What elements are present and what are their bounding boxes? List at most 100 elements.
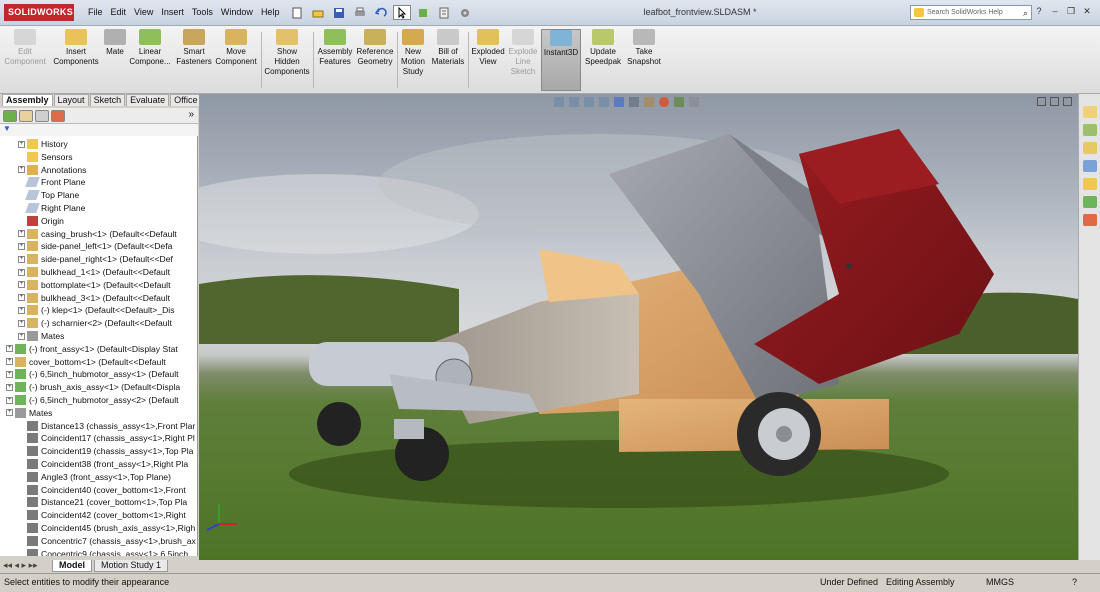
tab-motion-study[interactable]: Motion Study 1 — [94, 560, 169, 572]
smart-fasteners-button[interactable]: Smart Fasteners — [174, 29, 214, 91]
take-snapshot-button[interactable]: Take Snapshot — [624, 29, 664, 91]
expand-toggle-icon[interactable]: + — [18, 319, 25, 327]
options-button[interactable] — [456, 5, 474, 20]
exploded-view-button[interactable]: Exploded View — [470, 29, 506, 91]
viewport-restore-icon[interactable] — [1050, 97, 1059, 106]
tree-item[interactable]: + (-) 6,5inch_hubmotor_assy<2> (Default — [6, 394, 179, 406]
tree-item[interactable]: + Annotations — [18, 164, 86, 176]
restore-button[interactable]: ❐ — [1064, 4, 1078, 18]
tab-model[interactable]: Model — [52, 560, 92, 572]
expand-toggle-icon[interactable]: + — [18, 268, 25, 276]
status-units[interactable]: MMGS — [986, 575, 1014, 589]
appearances-icon[interactable] — [1083, 196, 1097, 208]
tree-item[interactable]: + bottomplate<1> (Default<<Default — [18, 279, 170, 291]
expand-toggle-icon[interactable]: + — [18, 332, 25, 340]
print-button[interactable] — [351, 5, 369, 20]
feature-filter[interactable]: ▼ — [0, 124, 198, 136]
expand-toggle-icon[interactable]: + — [6, 409, 13, 417]
expand-toggle-icon[interactable]: + — [18, 255, 25, 263]
new-motion-study-button[interactable]: New Motion Study — [398, 29, 428, 91]
menu-view[interactable]: View — [130, 7, 157, 17]
hide-show-items-icon[interactable] — [644, 97, 654, 107]
mate-button[interactable]: Mate — [102, 29, 128, 91]
view-orientation-icon[interactable] — [614, 97, 624, 107]
menu-insert[interactable]: Insert — [157, 7, 188, 17]
tree-item[interactable]: + (-) 6,5inch_hubmotor_assy<1> (Default — [6, 368, 179, 380]
configuration-manager-tab[interactable] — [35, 110, 49, 122]
new-document-button[interactable] — [288, 5, 306, 20]
expand-toggle-icon[interactable]: + — [6, 370, 13, 378]
instant3d-button[interactable]: Instant3D — [541, 29, 581, 91]
file-explorer-icon[interactable] — [1083, 142, 1097, 154]
move-component-button[interactable]: Move Component — [214, 29, 258, 91]
section-view-icon[interactable] — [599, 97, 609, 107]
tree-item[interactable]: Right Plane — [18, 202, 85, 214]
tree-item[interactable]: + History — [18, 138, 68, 150]
menu-window[interactable]: Window — [217, 7, 257, 17]
menu-help[interactable]: Help — [257, 7, 284, 17]
feature-manager-tab[interactable] — [3, 110, 17, 122]
tree-item[interactable]: + Mates — [18, 330, 64, 342]
tree-item[interactable]: Coincident42 (cover_bottom<1>,Right — [18, 509, 186, 521]
expand-toggle-icon[interactable]: + — [6, 396, 13, 404]
viewport-minimize-icon[interactable] — [1037, 97, 1046, 106]
tree-item[interactable]: + side-panel_right<1> (Default<<Def — [18, 253, 173, 265]
expand-toggle-icon[interactable]: + — [6, 383, 13, 391]
search-results-icon[interactable] — [1083, 160, 1097, 172]
view-palette-icon[interactable] — [1083, 178, 1097, 190]
tab-evaluate[interactable]: Evaluate — [126, 94, 170, 106]
solidworks-logo[interactable]: SOLIDWORKS — [4, 4, 74, 21]
previous-view-icon[interactable] — [584, 97, 594, 107]
tree-item[interactable]: + casing_brush<1> (Default<<Default — [18, 228, 177, 240]
expand-toggle-icon[interactable]: + — [18, 306, 25, 314]
open-button[interactable] — [309, 5, 327, 20]
bill-of-materials-button[interactable]: Bill of Materials — [430, 29, 466, 91]
tab-scroll-arrows[interactable]: ◂◂ ◂ ▸ ▸▸ — [3, 560, 38, 571]
edit-appearance-icon[interactable] — [659, 97, 669, 107]
tree-item[interactable]: Coincident17 (chassis_assy<1>,Right Pl — [18, 432, 195, 444]
menu-file[interactable]: File — [84, 7, 107, 17]
tab-assembly[interactable]: Assembly — [2, 94, 53, 106]
expand-toggle-icon[interactable]: + — [18, 242, 25, 250]
tree-item[interactable]: + (-) klep<1> (Default<<Default>_Dis — [18, 304, 175, 316]
tree-item[interactable]: + (-) front_assy<1> (Default<Display Stat — [6, 343, 178, 355]
tree-item[interactable]: Top Plane — [18, 189, 79, 201]
menu-edit[interactable]: Edit — [107, 7, 131, 17]
update-speedpak-button[interactable]: Update Speedpak — [583, 29, 623, 91]
expand-toggle-icon[interactable]: + — [18, 281, 25, 289]
help-question-icon[interactable]: ? — [1032, 4, 1046, 18]
expand-toggle-icon[interactable]: + — [18, 140, 25, 148]
tree-item[interactable]: + Mates — [6, 407, 52, 419]
expand-toggle-icon[interactable]: + — [6, 345, 13, 353]
tree-item[interactable]: Coincident19 (chassis_assy<1>,Top Pla — [18, 445, 193, 457]
tree-item[interactable]: + (-) brush_axis_assy<1> (Default<Displa — [6, 381, 180, 393]
tree-item[interactable]: Concentric7 (chassis_assy<1>,brush_ax — [18, 535, 196, 547]
expand-toggle-icon[interactable]: + — [18, 166, 25, 174]
minimize-button[interactable]: – — [1048, 4, 1062, 18]
reference-geometry-button[interactable]: Reference Geometry — [355, 29, 395, 91]
tree-item[interactable]: + (-) scharnier<2> (Default<<Default — [18, 317, 172, 329]
property-manager-tab[interactable] — [19, 110, 33, 122]
explode-line-sketch-button[interactable]: Explode Line Sketch — [506, 29, 540, 91]
view-settings-icon[interactable] — [689, 97, 699, 107]
design-library-icon[interactable] — [1083, 124, 1097, 136]
display-style-icon[interactable] — [629, 97, 639, 107]
close-button[interactable]: ✕ — [1080, 4, 1094, 18]
select-button[interactable] — [393, 5, 411, 20]
tree-item[interactable]: Sensors — [18, 151, 73, 163]
zoom-to-fit-icon[interactable] — [554, 97, 564, 107]
apply-scene-icon[interactable] — [674, 97, 684, 107]
tree-item[interactable]: Front Plane — [18, 176, 85, 188]
viewport-close-icon[interactable] — [1063, 97, 1072, 106]
solidworks-resources-icon[interactable] — [1083, 106, 1097, 118]
tab-sketch[interactable]: Sketch — [89, 94, 126, 106]
linear-component-pattern-button[interactable]: Linear Compone... — [128, 29, 172, 91]
save-button[interactable] — [330, 5, 348, 20]
tree-item[interactable]: Distance21 (cover_bottom<1>,Top Pla — [18, 496, 187, 508]
tree-item[interactable]: Origin — [18, 215, 64, 227]
display-manager-tab[interactable] — [51, 110, 65, 122]
custom-properties-icon[interactable] — [1083, 214, 1097, 226]
tree-item[interactable]: + bulkhead_3<1> (Default<<Default — [18, 292, 170, 304]
assembly-features-button[interactable]: Assembly Features — [316, 29, 354, 91]
expand-panel-icon[interactable]: » — [188, 109, 194, 120]
